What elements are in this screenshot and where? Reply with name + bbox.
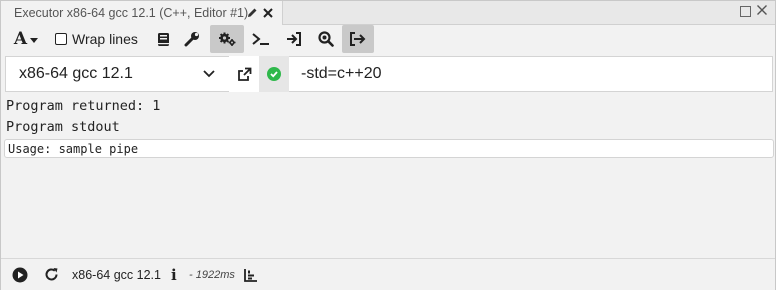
search-button[interactable] — [315, 25, 337, 53]
compiler-popout-button[interactable] — [229, 56, 259, 92]
gears-icon — [218, 32, 235, 46]
recompile-button[interactable] — [44, 259, 59, 290]
executor-pane: Executor x86-64 gcc 12.1 (C++, Editor #1… — [0, 0, 776, 290]
compiler-name: x86-64 gcc 12.1 — [19, 65, 133, 82]
toolbar: A Wrap lines — [1, 25, 775, 55]
status-bar: x86-64 gcc 12.1 i - 1922ms — [1, 258, 775, 290]
compiler-options-input[interactable]: -std=c++20 — [289, 56, 773, 92]
font-size-icon: A — [13, 29, 28, 49]
compiler-info-button[interactable]: i — [171, 259, 177, 290]
wrap-lines-checkbox[interactable] — [55, 33, 67, 45]
compiler-row: x86-64 gcc 12.1 -std=c++20 — [5, 56, 773, 93]
close-icon[interactable] — [756, 4, 768, 19]
overrides-button[interactable] — [181, 25, 203, 53]
close-icon[interactable] — [262, 6, 274, 20]
pencil-icon[interactable] — [246, 6, 258, 20]
compile-status-button[interactable] — [259, 56, 289, 92]
stdin-button[interactable] — [284, 25, 304, 53]
program-stdout-header: Program stdout — [6, 119, 120, 135]
wrap-lines-label: Wrap lines — [72, 31, 138, 47]
output-button[interactable] — [342, 25, 374, 53]
timing-button[interactable] — [244, 259, 258, 290]
sign-in-icon — [287, 32, 301, 46]
tab-title: Executor x86-64 gcc 12.1 (C++, Editor #1… — [14, 6, 249, 20]
execute-button[interactable] — [12, 259, 28, 290]
book-icon — [157, 32, 169, 46]
wrap-lines-toggle[interactable]: Wrap lines — [55, 25, 145, 53]
font-size-button[interactable]: A — [11, 25, 41, 53]
search-icon — [318, 31, 334, 47]
bar-chart-icon — [244, 268, 257, 282]
status-compiler-name: x86-64 gcc 12.1 — [72, 267, 161, 282]
libraries-button[interactable] — [153, 25, 173, 53]
external-link-icon — [237, 67, 251, 81]
caret-down-icon — [30, 37, 39, 43]
maximize-icon[interactable] — [740, 6, 751, 17]
info-icon: i — [171, 265, 177, 284]
terminal-icon — [252, 33, 269, 45]
execution-time: - 1922ms — [189, 268, 235, 281]
wrench-icon — [184, 32, 199, 47]
play-icon — [12, 267, 28, 282]
executor-tab[interactable]: Executor x86-64 gcc 12.1 (C++, Editor #1… — [1, 1, 283, 25]
compiler-options-value: -std=c++20 — [301, 65, 382, 82]
sign-out-icon — [350, 32, 366, 46]
check-circle-icon — [267, 67, 281, 81]
stdout-output: Usage: sample pipe — [4, 139, 774, 158]
refresh-icon — [45, 268, 58, 281]
stdout-text: Usage: sample pipe — [8, 141, 139, 156]
compiler-select[interactable]: x86-64 gcc 12.1 — [5, 56, 229, 92]
program-input-button[interactable] — [250, 25, 272, 53]
compiler-options-button[interactable] — [210, 25, 244, 53]
chevron-down-icon — [203, 70, 215, 78]
program-returned-line: Program returned: 1 — [6, 98, 161, 114]
tab-bar: Executor x86-64 gcc 12.1 (C++, Editor #1… — [1, 1, 775, 25]
